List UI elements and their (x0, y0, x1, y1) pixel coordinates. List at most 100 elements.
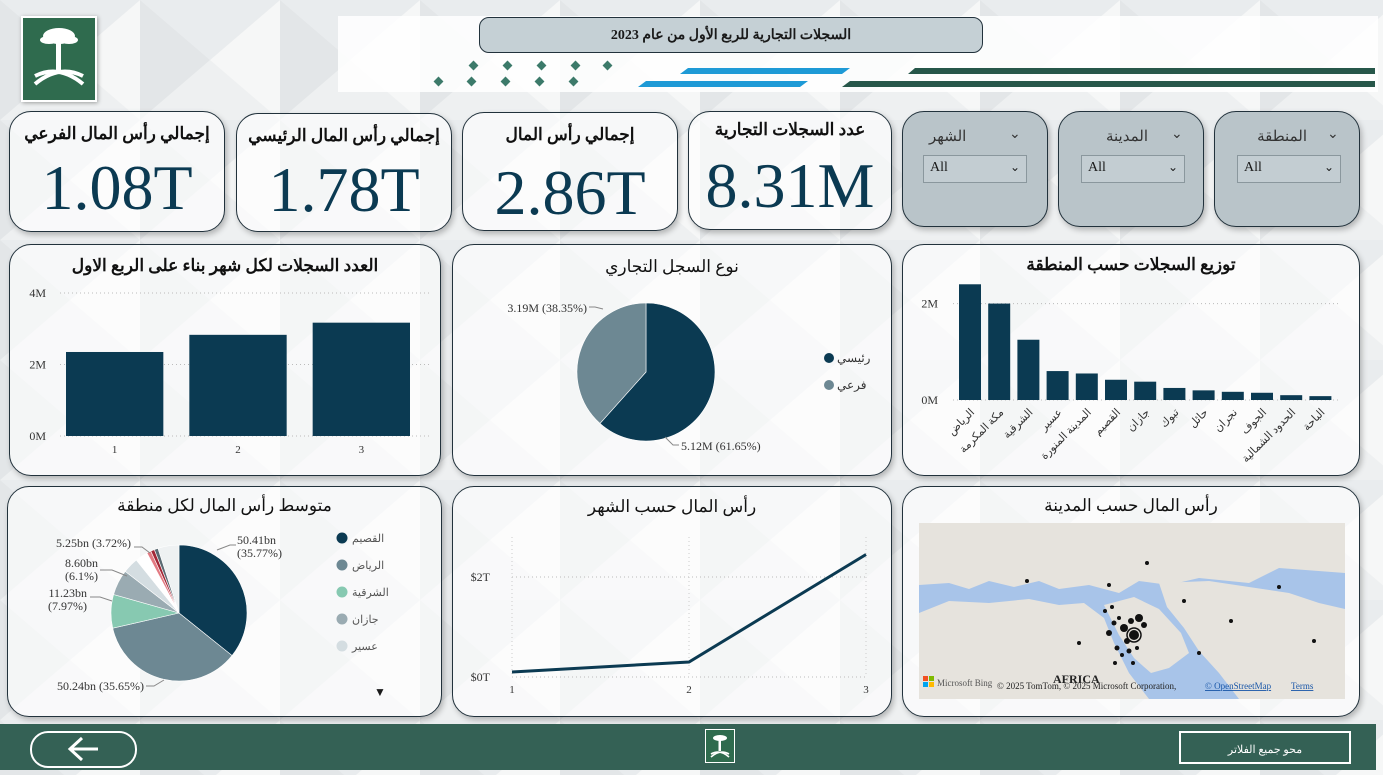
y-tick-label: 2M (29, 358, 46, 372)
x-tick-label: 3 (863, 684, 869, 696)
kpi-value: 1.08T (41, 152, 193, 223)
back-button[interactable] (30, 731, 137, 768)
kpi-card-branch-capital: إجمالي رأس المال الفرعي 1.08T (9, 111, 225, 232)
x-tick-label: 3 (359, 444, 365, 456)
kpi-value: 8.31M (705, 150, 875, 221)
header-decoration (433, 60, 1375, 87)
filter-dropdown[interactable]: All ⌄ (1081, 155, 1185, 183)
page-title-text: السجلات التجارية للربع الأول من عام 2023 (610, 28, 852, 43)
chart-card-avg-capital-region: متوسط رأس المال لكل منطقة 50.41bn (35.77%… (7, 486, 442, 717)
bar (1251, 392, 1273, 400)
data-label: 3.19M (38.35%) (507, 301, 587, 315)
clear-filters-button[interactable]: محو جميع الفلاتر (1179, 731, 1351, 764)
x-tick-label: 2 (686, 684, 692, 696)
x-tick-label: تبوك (1158, 407, 1181, 430)
bar (988, 303, 1011, 400)
bar (1163, 387, 1186, 400)
legend-marker (336, 532, 348, 544)
page-title: السجلات التجارية للربع الأول من عام 2023 (479, 17, 983, 53)
kpi-title: إجمالي رأس المال (505, 125, 635, 144)
data-label-leader (589, 306, 604, 310)
y-tick-label: 0M (29, 429, 46, 443)
clear-filters-label: محو جميع الفلاتر (1227, 744, 1303, 756)
legend-marker (824, 353, 834, 363)
bar (1134, 381, 1157, 400)
x-tick-label: جازان (1125, 407, 1152, 434)
chevron-down-icon[interactable]: ⌄ (1327, 126, 1339, 143)
legend-label: الرياض (352, 560, 384, 572)
filter-label: المنطقة (1257, 129, 1307, 145)
data-label: 11.23bn (48, 586, 87, 600)
x-tick-label: القصيم (1092, 407, 1123, 438)
data-label: 5.12M (61.65%) (681, 439, 761, 453)
legend-label: الشرقية (352, 587, 389, 599)
footer-bar (0, 724, 1376, 770)
legend-marker (336, 640, 348, 652)
y-tick-label: 0M (921, 393, 938, 407)
map-terms-link[interactable]: Terms (1291, 681, 1314, 691)
bar (1221, 391, 1244, 400)
bar (959, 284, 981, 400)
y-tick-label: $2T (471, 570, 491, 584)
filter-dropdown[interactable]: All ⌄ (923, 155, 1027, 183)
legend-marker (824, 380, 834, 390)
filter-city[interactable]: المدينة ⌄ All ⌄ (1058, 111, 1204, 227)
data-label: (6.1%) (65, 569, 98, 583)
record-type-pie-chart: 5.12M (61.65%) 3.19M (38.35%) رئيسي فرعي (507, 301, 871, 453)
chevron-down-icon[interactable]: ⌄ (1009, 126, 1021, 143)
bar (66, 351, 164, 436)
filter-month[interactable]: الشهر ⌄ All ⌄ (902, 111, 1048, 227)
chart-title: رأس المال حسب المدينة (1044, 496, 1218, 515)
x-tick-label: حائل (1187, 407, 1211, 431)
x-tick-label: 1 (112, 444, 118, 456)
chevron-down-icon: ⌄ (1009, 160, 1020, 174)
kpi-title: عدد السجلات التجارية (714, 120, 866, 139)
legend-marker (336, 613, 348, 625)
chevron-down-icon: ⌄ (1167, 160, 1178, 174)
legend-label: رئيسي (837, 351, 871, 365)
chevron-down-icon: ⌄ (1323, 160, 1334, 174)
capital-by-city-map[interactable]: AFRICA Microsoft Bing © 2025 TomTom, © 2… (919, 523, 1345, 699)
x-tick-label: 2 (235, 444, 241, 456)
records-per-month-chart: 0M 2M 4M 1 2 3 (29, 286, 430, 456)
bar (1017, 339, 1040, 400)
chart-card-records-by-region: توزيع السجلات حسب المنطقة 0M 2M الرياض مكة … (902, 244, 1360, 476)
chevron-down-icon[interactable]: ⌄ (1171, 126, 1183, 143)
legend-label: جازان (352, 614, 379, 626)
data-label: 8.60bn (65, 556, 98, 570)
kpi-card-main-capital: إجمالي رأس المال الرئيسي 1.78T (236, 113, 452, 232)
data-label-leader (90, 596, 113, 602)
legend-marker (336, 559, 348, 571)
data-label: (35.77%) (237, 546, 282, 560)
kpi-title: إجمالي رأس المال الرئيسي (248, 126, 440, 145)
filter-label: المدينة (1105, 129, 1148, 145)
map-bing-label: Microsoft Bing (937, 678, 993, 688)
map-attribution: © 2025 TomTom, © 2025 Microsoft Corporat… (997, 681, 1176, 691)
arrow-left-icon (67, 736, 98, 762)
bar (1075, 373, 1098, 400)
data-label-leader (146, 679, 165, 687)
filter-value: All (1244, 160, 1262, 175)
legend-label: فرعي (837, 378, 867, 392)
filter-dropdown[interactable]: All ⌄ (1237, 155, 1341, 183)
avg-capital-region-pie-chart: 50.41bn(35.77%) 50.24bn (35.65%) 11.23bn(7… (48, 532, 389, 693)
chart-card-record-type: نوع السجل التجاري 5.12M (61.65%) 3.19M (3… (452, 244, 892, 476)
kpi-value: 1.78T (268, 154, 420, 225)
filter-label: الشهر (929, 129, 967, 145)
footer-emblem-logo (705, 729, 735, 763)
y-tick-label: $0T (471, 670, 491, 684)
data-label: 50.41bn (237, 533, 276, 547)
legend-scroll-down-icon[interactable]: ▼ (374, 685, 386, 700)
bar (1105, 379, 1127, 400)
x-tick-label: الشرقية (1001, 407, 1035, 441)
filter-region[interactable]: المنطقة ⌄ All ⌄ (1214, 111, 1360, 227)
bar (1280, 395, 1303, 400)
legend-label: القصيم (352, 533, 384, 545)
data-label: 50.24bn (35.65%) (57, 679, 144, 693)
map-osm-link[interactable]: © OpenStreetMap (1205, 681, 1272, 691)
bar (312, 322, 410, 436)
kpi-card-total-capital: إجمالي رأس المال 2.86T (462, 112, 678, 231)
chart-card-capital-by-month: رأس المال حسب الشهر $0T $2T 1 2 3 (452, 486, 892, 717)
x-tick-label: نجران (1212, 407, 1240, 435)
data-label: (7.97%) (48, 599, 87, 613)
